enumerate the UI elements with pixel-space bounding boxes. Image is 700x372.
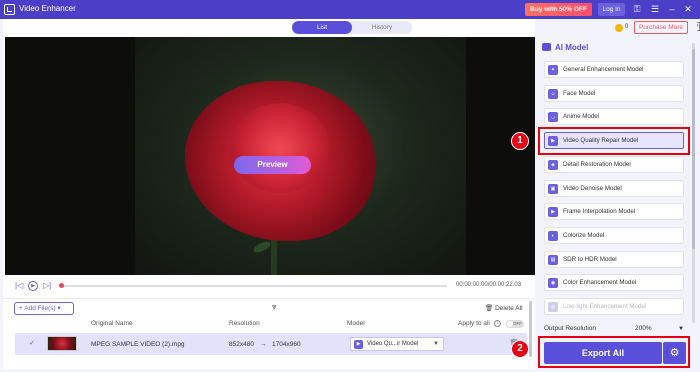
header-model: Model xyxy=(347,320,365,327)
app-logo-icon xyxy=(4,4,15,15)
file-name: MPEG SAMPLE VIDEO (2).mpg xyxy=(91,341,185,348)
detail-restoration-icon: ◈ xyxy=(548,159,558,170)
highlight-box-export xyxy=(538,336,690,368)
preview-button[interactable]: Preview xyxy=(234,156,311,174)
title-bar: Video Enhancer Buy with 50% OFF Log In ⚿… xyxy=(0,0,700,19)
tab-list[interactable]: List xyxy=(292,21,352,34)
model-item-label: Face Model xyxy=(563,89,596,97)
model-item-color-enhancement[interactable]: ◉ Color Enhancement Model xyxy=(544,274,684,292)
resolution-original: 852x480 xyxy=(229,341,254,348)
file-toolbar: + Add File(s) ▾ ⩔ 🗑 Delete All xyxy=(3,298,535,316)
model-item-label: Detail Restoration Model xyxy=(563,160,631,168)
skip-back-icon[interactable]: |◁ xyxy=(15,281,23,291)
app-title: Video Enhancer xyxy=(19,4,76,13)
view-tabs: List History xyxy=(292,21,412,34)
frame-interpolation-icon: ▶ xyxy=(548,207,558,218)
settings-sidebar: 0 Purchase More AI Model ✦ General Enhanc… xyxy=(537,19,697,369)
step-badge-2: 2 xyxy=(511,340,529,358)
chevron-down-icon: ▼ xyxy=(433,341,439,347)
close-icon[interactable]: ✕ xyxy=(682,3,694,16)
player-controls: |◁ ▶ ▷| 00:00:00.00/00:00:22.03 xyxy=(3,277,535,295)
table-header: Original Name Resolution Model Apply to … xyxy=(3,318,535,330)
skip-forward-icon[interactable]: ▷| xyxy=(43,281,51,291)
minimize-icon[interactable]: – xyxy=(666,3,678,16)
model-item-label: General Enhancement Model xyxy=(563,66,644,73)
header-apply-to-all: Apply to all xyxy=(458,320,490,327)
model-item-label: Frame Interpolation Model xyxy=(563,208,636,216)
highlight-box-model xyxy=(538,127,690,155)
table-row[interactable]: ✓ MPEG SAMPLE VIDEO (2).mpg 852x480 → 17… xyxy=(15,333,527,355)
model-item-anime[interactable]: ◡ Anime Model xyxy=(544,108,684,126)
model-item-general-enhancement[interactable]: ✦ General Enhancement Model xyxy=(544,61,684,78)
arrow-right-icon: → xyxy=(260,341,267,348)
model-item-detail-restoration[interactable]: ◈ Detail Restoration Model xyxy=(544,155,684,173)
anime-icon: ◡ xyxy=(548,112,558,123)
apply-to-all-toggle[interactable]: OFF xyxy=(506,320,524,328)
output-resolution-select[interactable]: 200% ▼ xyxy=(633,323,687,335)
video-preview-area: Preview xyxy=(5,37,535,275)
ai-model-title: AI Model xyxy=(555,43,589,52)
progress-bar[interactable] xyxy=(59,283,447,288)
model-select-value: Video Qu...ir Model xyxy=(367,341,419,347)
time-display: 00:00:00.00/00:00:22.03 xyxy=(456,282,522,288)
chevron-down-icon: ▼ xyxy=(678,326,684,332)
model-item-sdr-to-hdr[interactable]: ▤ SDR to HDR Model xyxy=(544,250,684,268)
purchase-more-button[interactable]: Purchase More xyxy=(634,21,688,34)
sdr-to-hdr-icon: ▤ xyxy=(548,254,558,265)
video-thumbnail xyxy=(47,336,77,351)
delete-all-label: Delete All xyxy=(495,305,523,312)
model-item-frame-interpolation[interactable]: ▶ Frame Interpolation Model xyxy=(544,203,684,221)
robot-icon xyxy=(542,43,551,51)
output-resolution-label: Output Resolution xyxy=(544,325,597,332)
model-item-label: Video Denoise Model xyxy=(563,184,622,192)
model-item-face[interactable]: ☺ Face Model xyxy=(544,84,684,102)
progress-handle[interactable] xyxy=(59,283,64,288)
video-model-icon: ▶ xyxy=(354,340,363,349)
resolution-output: 1704x960 xyxy=(272,341,301,348)
model-item-colorize[interactable]: ◐ Colorize Model xyxy=(544,226,684,244)
header-resolution: Resolution xyxy=(229,320,260,327)
login-button[interactable]: Log In xyxy=(598,3,625,16)
model-item-label: Anime Model xyxy=(563,113,600,121)
step-badge-1: 1 xyxy=(511,132,529,150)
menu-icon[interactable]: ☰ xyxy=(649,3,661,16)
low-light-enhancement-icon: ◎ xyxy=(548,302,558,312)
colorize-icon: ◐ xyxy=(548,230,558,241)
info-icon[interactable]: i xyxy=(494,320,501,327)
tab-history[interactable]: History xyxy=(352,21,412,34)
model-list-scrollbar[interactable] xyxy=(692,43,695,323)
video-denoise-icon: ▣ xyxy=(548,183,558,194)
color-enhancement-icon: ◉ xyxy=(548,278,558,289)
output-resolution-value: 200% xyxy=(635,325,652,332)
model-item-video-denoise[interactable]: ▣ Video Denoise Model xyxy=(544,179,684,197)
add-files-button[interactable]: + Add File(s) ▾ xyxy=(14,302,74,315)
delete-all-button[interactable]: 🗑 Delete All xyxy=(485,304,523,312)
model-item-low-light-enhancement: ◎ Low-light Enhancement Model xyxy=(544,298,684,315)
face-icon: ☺ xyxy=(548,88,558,99)
model-item-label: SDR to HDR Model xyxy=(563,255,617,263)
file-list-scrollbar[interactable] xyxy=(529,301,532,357)
play-icon[interactable]: ▶ xyxy=(28,281,38,291)
model-select[interactable]: ▶ Video Qu...ir Model ▼ xyxy=(350,337,444,351)
credit-count: 0 xyxy=(625,24,629,30)
general-enhancement-icon: ✦ xyxy=(548,65,558,75)
model-item-label: Low-light Enhancement Model xyxy=(563,303,647,310)
main-panel: List History Preview |◁ ▶ ▷| 00:00:00.00… xyxy=(3,19,535,369)
ai-model-heading: AI Model xyxy=(542,43,588,52)
rose-stem xyxy=(271,237,277,275)
coin-icon xyxy=(615,24,623,32)
header-original-name: Original Name xyxy=(91,320,133,327)
model-item-label: Colorize Model xyxy=(563,231,605,239)
collapse-chevron-icon[interactable]: ⩔ xyxy=(272,302,277,312)
model-item-label: Color Enhancement Model xyxy=(563,279,637,287)
key-icon[interactable]: ⚿ xyxy=(631,3,643,16)
buy-discount-button[interactable]: Buy with 50% OFF xyxy=(525,3,592,16)
checkmark-icon[interactable]: ✓ xyxy=(29,339,35,347)
